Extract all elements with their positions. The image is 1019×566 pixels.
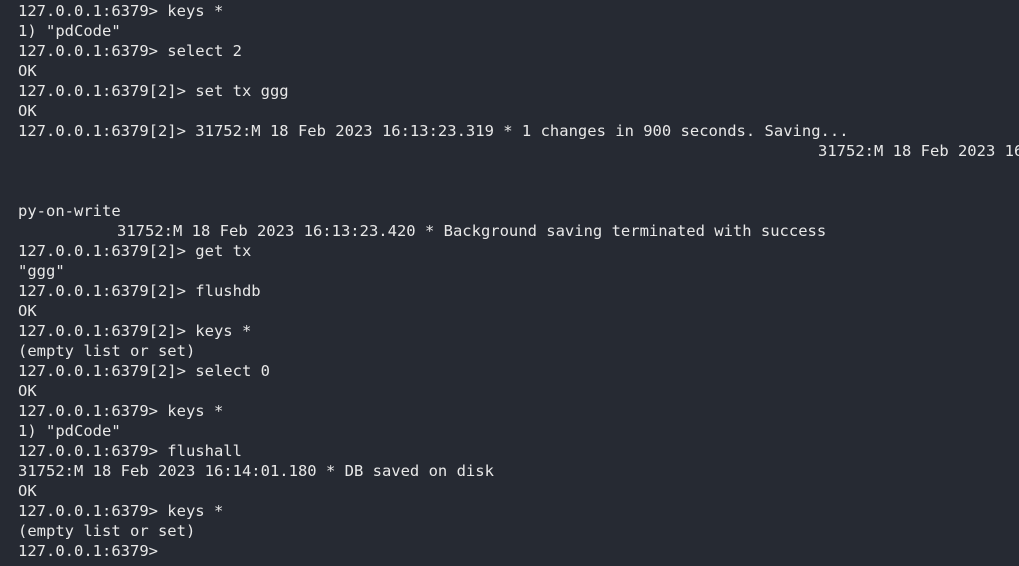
terminal-line: (empty list or set) xyxy=(18,342,196,360)
terminal-line: 127.0.0.1:6379> keys * xyxy=(18,2,224,20)
terminal-line: 127.0.0.1:6379[2]> select 0 xyxy=(18,362,270,380)
terminal-line: 31752:M 18 Feb 2023 16:14:01.180 * DB sa… xyxy=(18,462,494,480)
terminal-line: 127.0.0.1:6379[2]> set tx ggg xyxy=(18,82,289,100)
terminal-line: OK xyxy=(18,302,37,320)
terminal-line: py-on-write xyxy=(18,202,121,220)
terminal-line: OK xyxy=(18,62,37,80)
terminal-line: 127.0.0.1:6379> flushall xyxy=(18,442,242,460)
terminal-line: 127.0.0.1:6379> keys * xyxy=(18,402,224,420)
terminal-window[interactable]: 127.0.0.1:6379> keys * 1) "pdCode" 127.0… xyxy=(0,0,1019,566)
terminal-line: OK xyxy=(18,382,37,400)
terminal-line: 31752:M 18 Feb 2023 16:13:23.420 * Backg… xyxy=(117,222,827,240)
terminal-line: (empty list or set) xyxy=(18,522,196,540)
terminal-line: 127.0.0.1:6379[2]> 31752:M 18 Feb 2023 1… xyxy=(18,122,849,140)
terminal-line: 127.0.0.1:6379> keys * xyxy=(18,502,224,520)
terminal-line: 127.0.0.1:6379> select 2 xyxy=(18,42,242,60)
terminal-prompt-line[interactable]: 127.0.0.1:6379> xyxy=(0,541,1019,561)
terminal-line: 31752:M 18 Feb 2023 16 xyxy=(818,142,1019,160)
terminal-line: OK xyxy=(18,482,37,500)
terminal-line: 127.0.0.1:6379[2]> get tx xyxy=(18,242,252,260)
terminal-line: 127.0.0.1:6379[2]> flushdb xyxy=(18,282,261,300)
terminal-line: 1) "pdCode" xyxy=(18,22,121,40)
terminal-line: "ggg" xyxy=(18,262,65,280)
terminal-line: 127.0.0.1:6379[2]> keys * xyxy=(18,322,252,340)
terminal-line: OK xyxy=(18,102,37,120)
terminal-line: 1) "pdCode" xyxy=(18,422,121,440)
